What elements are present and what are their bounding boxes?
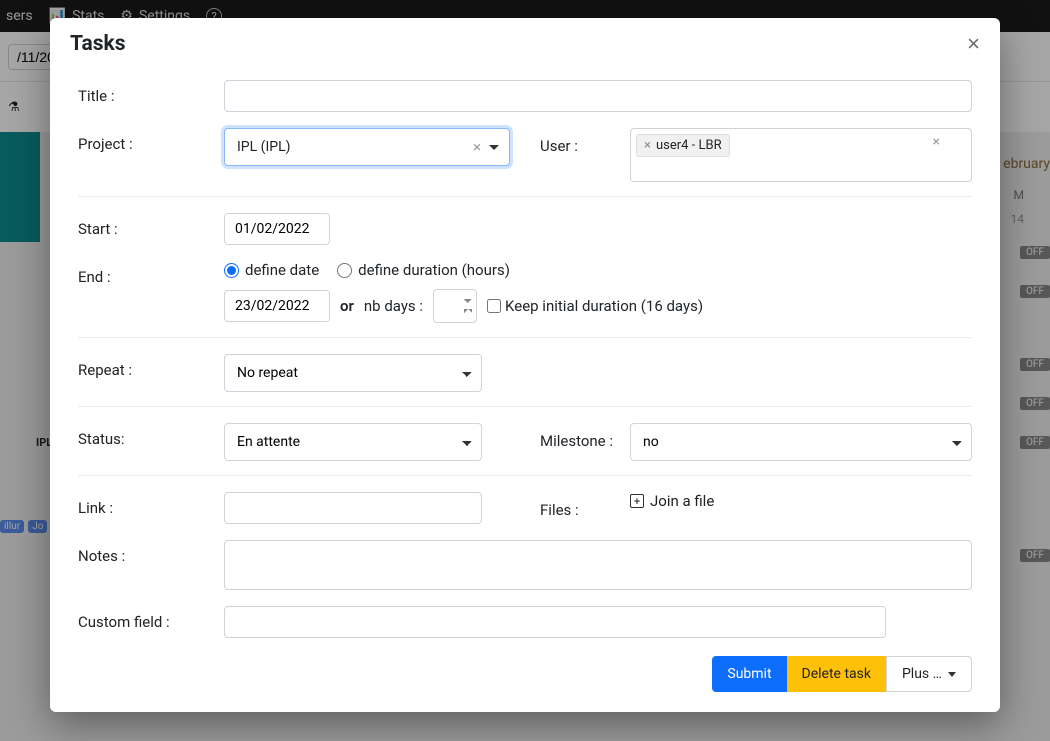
label-link: Link : bbox=[78, 492, 224, 517]
keep-duration-checkbox[interactable]: Keep initial duration (16 days) bbox=[487, 297, 703, 315]
start-date-input[interactable] bbox=[224, 213, 330, 245]
label-project: Project : bbox=[78, 128, 224, 153]
label-files: Files : bbox=[540, 492, 630, 519]
submit-button[interactable]: Submit bbox=[712, 656, 786, 692]
link-input[interactable] bbox=[224, 492, 482, 524]
label-repeat: Repeat : bbox=[78, 354, 224, 379]
end-define-duration-radio[interactable]: define duration (hours) bbox=[337, 261, 510, 279]
delete-task-button[interactable]: Delete task bbox=[787, 656, 886, 692]
chevron-down-icon bbox=[948, 672, 956, 677]
user-tag-label: user4 - LBR bbox=[656, 138, 722, 153]
clear-icon[interactable]: × bbox=[473, 138, 481, 156]
nb-days-label: nb days : bbox=[364, 297, 423, 315]
task-modal: Tasks × Title : Project : IPL (IPL) × bbox=[50, 18, 1000, 712]
close-icon: × bbox=[967, 31, 980, 56]
end-define-date-radio[interactable]: define date bbox=[224, 261, 319, 279]
milestone-select[interactable]: no bbox=[630, 423, 972, 461]
close-button[interactable]: × bbox=[967, 33, 980, 55]
user-multiselect[interactable]: × user4 - LBR × bbox=[630, 128, 972, 182]
notes-textarea[interactable] bbox=[224, 540, 972, 590]
repeat-select[interactable]: No repeat bbox=[224, 354, 482, 392]
user-tag: × user4 - LBR bbox=[636, 134, 730, 157]
end-date-input[interactable] bbox=[224, 290, 330, 322]
clear-users-icon[interactable]: × bbox=[933, 134, 940, 150]
join-file-link[interactable]: + Join a file bbox=[630, 492, 714, 510]
project-select[interactable]: IPL (IPL) × bbox=[224, 128, 510, 166]
custom-field-input[interactable] bbox=[224, 606, 886, 638]
label-end: End : bbox=[78, 261, 224, 286]
status-select[interactable]: En attente bbox=[224, 423, 482, 461]
label-notes: Notes : bbox=[78, 540, 224, 565]
nb-days-input[interactable] bbox=[433, 289, 477, 323]
label-title: Title : bbox=[78, 80, 224, 105]
chevron-down-icon bbox=[489, 145, 499, 150]
label-status: Status: bbox=[78, 423, 224, 448]
project-selected-value: IPL (IPL) bbox=[237, 139, 291, 155]
label-milestone: Milestone : bbox=[540, 423, 630, 450]
label-start: Start : bbox=[78, 213, 224, 238]
plus-icon: + bbox=[630, 494, 644, 508]
label-user: User : bbox=[540, 128, 630, 155]
or-label: or bbox=[340, 297, 354, 315]
plus-dropdown-button[interactable]: Plus … bbox=[886, 656, 972, 692]
label-custom: Custom field : bbox=[78, 606, 224, 631]
modal-title: Tasks bbox=[70, 32, 126, 56]
remove-tag-icon[interactable]: × bbox=[644, 138, 651, 153]
title-input[interactable] bbox=[224, 80, 972, 112]
